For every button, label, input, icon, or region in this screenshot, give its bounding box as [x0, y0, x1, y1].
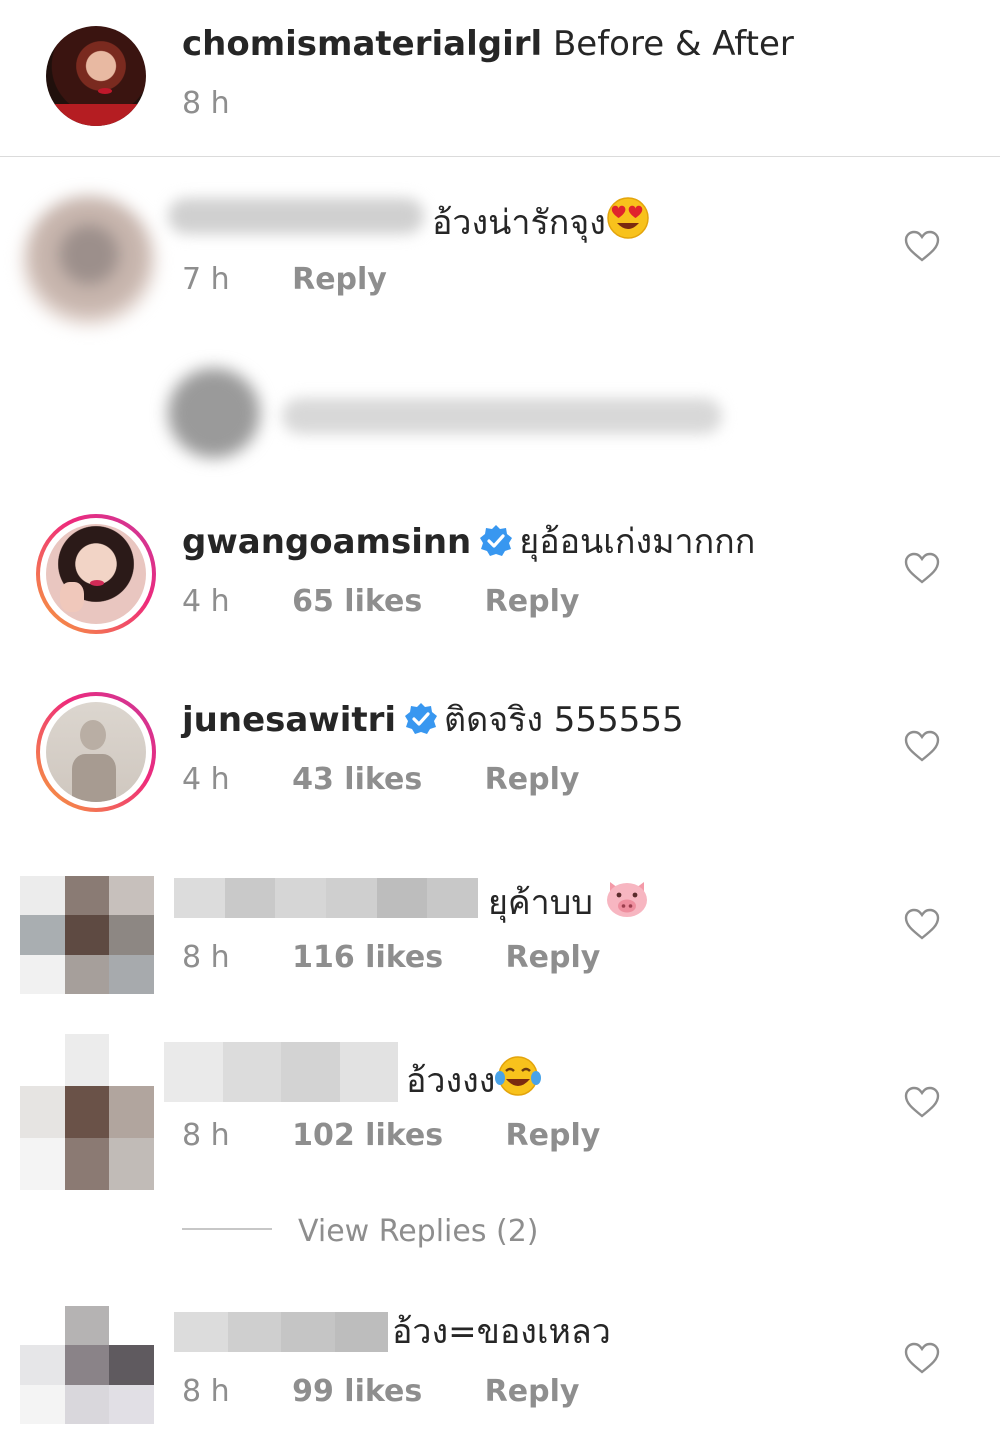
reply-button[interactable]: Reply: [292, 260, 387, 300]
header-divider: [0, 156, 1000, 157]
post-caption: Before & After: [552, 24, 794, 64]
verified-badge-icon: [405, 703, 438, 734]
post-author-username[interactable]: chomismaterialgirl: [182, 24, 542, 64]
view-replies-button[interactable]: View Replies (2): [298, 1212, 539, 1252]
comment-time: 8 h: [182, 940, 230, 975]
commenter-avatar[interactable]: [22, 196, 156, 326]
like-heart-icon[interactable]: [904, 1086, 940, 1118]
comment-meta: 8 h 102 likes Reply: [182, 1116, 600, 1156]
comment-text: อ้วงงง: [406, 1061, 496, 1101]
likes-count[interactable]: 99 likes: [292, 1372, 422, 1412]
comment-time: 7 h: [182, 262, 230, 297]
comment-time: 8 h: [182, 1118, 230, 1153]
like-heart-icon[interactable]: [904, 908, 940, 940]
comment-text-line: ยุค้าบบ: [488, 876, 650, 925]
comment-text: อ้วงน่ารักจุง: [432, 203, 606, 243]
comment-meta: 4 h 43 likes Reply: [182, 760, 579, 800]
commenter-avatar-pixelated[interactable]: [20, 1034, 154, 1190]
comment-text: ยุค้าบบ: [488, 883, 593, 923]
comment-meta: 7 h Reply: [182, 260, 387, 300]
comment-text: ยุอ้อนเก่งมากกก: [519, 522, 756, 562]
reply-avatar-redacted[interactable]: [168, 368, 260, 458]
reply-button[interactable]: Reply: [506, 1116, 601, 1156]
comment-meta: 8 h 99 likes Reply: [182, 1372, 579, 1412]
comment-meta: 4 h 65 likes Reply: [182, 582, 579, 622]
tears-of-joy-emoji-icon: [495, 1056, 542, 1096]
commenter-username-redacted[interactable]: [174, 878, 479, 918]
like-heart-icon[interactable]: [904, 552, 940, 584]
reply-button[interactable]: Reply: [506, 938, 601, 978]
reply-button[interactable]: Reply: [485, 582, 580, 622]
post-caption-line: chomismaterialgirl Before & After: [182, 22, 794, 66]
commenter-avatar[interactable]: [36, 514, 156, 634]
heart-eyes-emoji-icon: [607, 197, 649, 239]
commenter-username-redacted[interactable]: [168, 198, 424, 234]
reply-button[interactable]: Reply: [485, 760, 580, 800]
comment-text-line: gwangoamsinn ยุอ้อนเก่งมากกก: [182, 520, 755, 564]
reply-text-redacted: [282, 398, 722, 434]
likes-count[interactable]: 65 likes: [292, 582, 422, 622]
verified-badge-icon: [480, 525, 513, 556]
likes-count[interactable]: 116 likes: [292, 938, 443, 978]
commenter-avatar-pixelated[interactable]: [20, 876, 154, 994]
like-heart-icon[interactable]: [904, 1342, 940, 1374]
comment-time: 8 h: [182, 1374, 230, 1409]
comment-text-line: อ้วง=ของเหลว: [392, 1310, 611, 1354]
like-heart-icon[interactable]: [904, 230, 940, 262]
like-heart-icon[interactable]: [904, 730, 940, 762]
commenter-username[interactable]: gwangoamsinn: [182, 522, 471, 562]
comment-text: ติดจริง 555555: [444, 700, 684, 740]
commenter-username[interactable]: junesawitri: [182, 700, 396, 740]
likes-count[interactable]: 43 likes: [292, 760, 422, 800]
commenter-username-redacted[interactable]: [164, 1042, 398, 1102]
commenter-avatar-pixelated[interactable]: [20, 1306, 154, 1424]
comment-text-line: junesawitri ติดจริง 555555: [182, 698, 684, 742]
post-author-avatar[interactable]: [46, 26, 146, 126]
comment-meta: 8 h 116 likes Reply: [182, 938, 600, 978]
post-timestamp: 8 h: [182, 86, 230, 121]
comment-time: 4 h: [182, 762, 230, 797]
commenter-avatar[interactable]: [36, 692, 156, 812]
view-replies-line: [182, 1228, 272, 1230]
comment-time: 4 h: [182, 584, 230, 619]
pig-face-emoji-icon: [606, 882, 647, 917]
likes-count[interactable]: 102 likes: [292, 1116, 443, 1156]
comment-text: อ้วง=ของเหลว: [392, 1312, 611, 1352]
comment-text-line: อ้วงงง: [406, 1054, 542, 1103]
comment-text-line: อ้วงน่ารักจุง: [432, 196, 650, 245]
commenter-username-redacted[interactable]: [174, 1312, 388, 1352]
reply-button[interactable]: Reply: [485, 1372, 580, 1412]
